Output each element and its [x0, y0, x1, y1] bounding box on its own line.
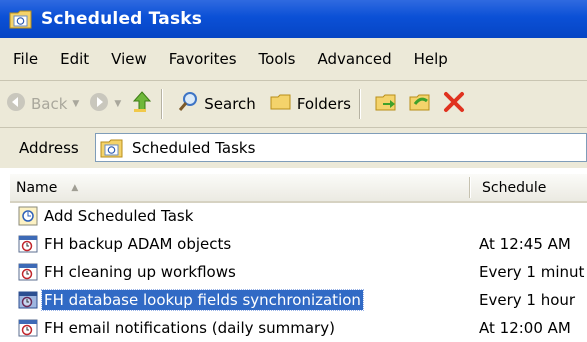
column-divider[interactable] — [469, 177, 471, 198]
list-item-task[interactable]: FH backup ADAM objects At 12:45 AM — [10, 231, 587, 257]
column-schedule-label: Schedule — [482, 179, 547, 196]
window-title: Scheduled Tasks — [41, 9, 203, 29]
forward-button[interactable]: ▼ — [89, 92, 121, 116]
scheduled-task-icon — [18, 234, 38, 254]
menu-tools[interactable]: Tools — [259, 50, 296, 68]
menu-favorites[interactable]: Favorites — [169, 50, 237, 68]
add-task-icon — [18, 206, 38, 226]
up-folder-button[interactable] — [131, 90, 153, 118]
task-schedule: Every 1 hour — [479, 291, 576, 309]
menu-view[interactable]: View — [111, 50, 147, 68]
task-name: FH cleaning up workflows — [44, 263, 236, 281]
back-button[interactable]: Back ▼ — [6, 92, 79, 116]
list-item-add-task[interactable]: Add Scheduled Task — [10, 203, 587, 229]
task-schedule: At 12:45 AM — [479, 235, 571, 253]
search-button[interactable]: Search — [177, 91, 256, 117]
search-label: Search — [204, 95, 256, 113]
address-bar: Address Scheduled Tasks — [0, 128, 587, 169]
forward-arrow-icon — [89, 92, 109, 116]
scheduled-tasks-folder-icon — [100, 137, 124, 159]
task-name: FH database lookup fields synchronizatio… — [41, 289, 364, 311]
toolbar: Back ▼ ▼ Search Folders — [0, 81, 587, 128]
toolbar-separator — [161, 89, 164, 119]
column-name-label: Name — [16, 179, 58, 196]
task-schedule: At 12:00 AM — [479, 319, 571, 337]
list-item-task[interactable]: FH cleaning up workflows Every 1 minut — [10, 259, 587, 285]
task-name: Add Scheduled Task — [44, 207, 194, 225]
sort-ascending-icon: ▲ — [71, 182, 79, 193]
list-item-task[interactable]: FH email notifications (daily summary) A… — [10, 315, 587, 341]
back-label: Back — [31, 95, 68, 113]
folders-button[interactable]: Folders — [270, 92, 351, 116]
menu-advanced[interactable]: Advanced — [318, 50, 392, 68]
move-to-icon — [375, 91, 399, 117]
task-name: FH email notifications (daily summary) — [44, 319, 335, 337]
list-item-task-selected[interactable]: FH database lookup fields synchronizatio… — [10, 287, 587, 313]
scheduled-task-icon — [18, 318, 38, 338]
task-schedule: Every 1 minut — [479, 263, 585, 281]
delete-button[interactable] — [443, 91, 465, 117]
toolbar-separator — [358, 89, 361, 119]
scheduled-tasks-folder-icon — [9, 8, 33, 30]
delete-x-icon — [443, 91, 465, 117]
menu-edit[interactable]: Edit — [60, 50, 89, 68]
title-bar[interactable]: Scheduled Tasks — [0, 0, 587, 38]
address-value: Scheduled Tasks — [132, 138, 256, 157]
column-header-schedule[interactable]: Schedule — [482, 174, 546, 201]
move-to-button[interactable] — [375, 91, 399, 117]
task-schedule — [479, 203, 587, 229]
list-header: Name ▲ Schedule — [10, 174, 587, 203]
up-arrow-icon — [131, 90, 153, 118]
search-icon — [177, 91, 199, 117]
address-label: Address — [19, 139, 79, 157]
forward-dropdown-icon[interactable]: ▼ — [114, 99, 121, 109]
back-arrow-icon — [6, 92, 26, 116]
copy-to-icon — [409, 91, 433, 117]
copy-to-button[interactable] — [409, 91, 433, 117]
column-header-name[interactable]: Name ▲ — [10, 174, 469, 201]
scheduled-task-icon — [18, 290, 38, 310]
task-name: FH backup ADAM objects — [44, 235, 232, 253]
menu-file[interactable]: File — [13, 50, 38, 68]
folders-icon — [270, 92, 292, 116]
scheduled-task-icon — [18, 262, 38, 282]
menu-help[interactable]: Help — [414, 50, 448, 68]
task-list: Name ▲ Schedule Add Scheduled Task FH ba… — [0, 168, 587, 337]
folders-label: Folders — [296, 95, 351, 113]
menu-bar: File Edit View Favorites Tools Advanced … — [0, 38, 587, 81]
address-field[interactable]: Scheduled Tasks — [95, 133, 587, 162]
back-dropdown-icon[interactable]: ▼ — [72, 99, 79, 109]
